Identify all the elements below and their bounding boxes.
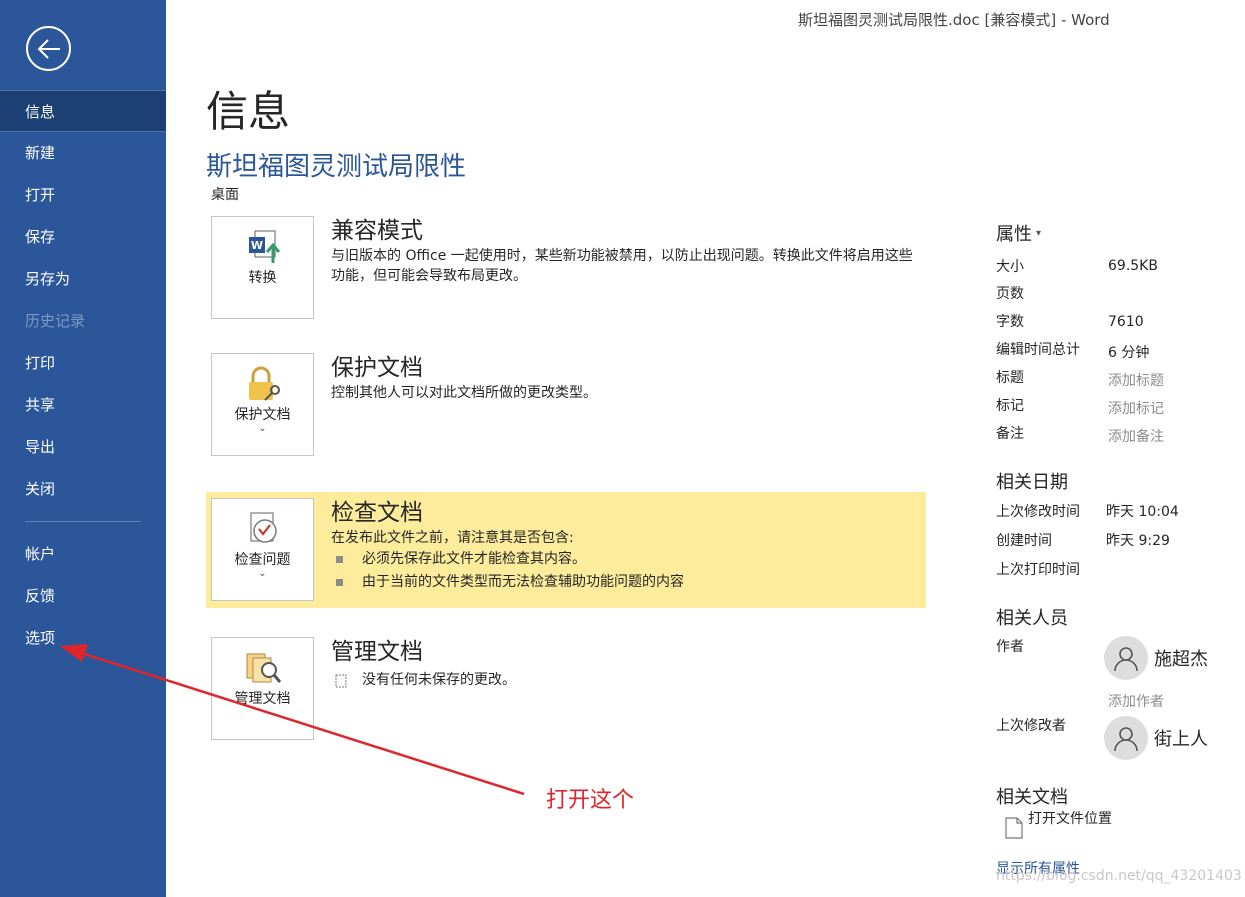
annotation-arrow — [60, 644, 525, 796]
watermark: https://blog.csdn.net/qq_43201403 — [996, 868, 1242, 884]
annotation-text: 打开这个 — [546, 788, 635, 813]
